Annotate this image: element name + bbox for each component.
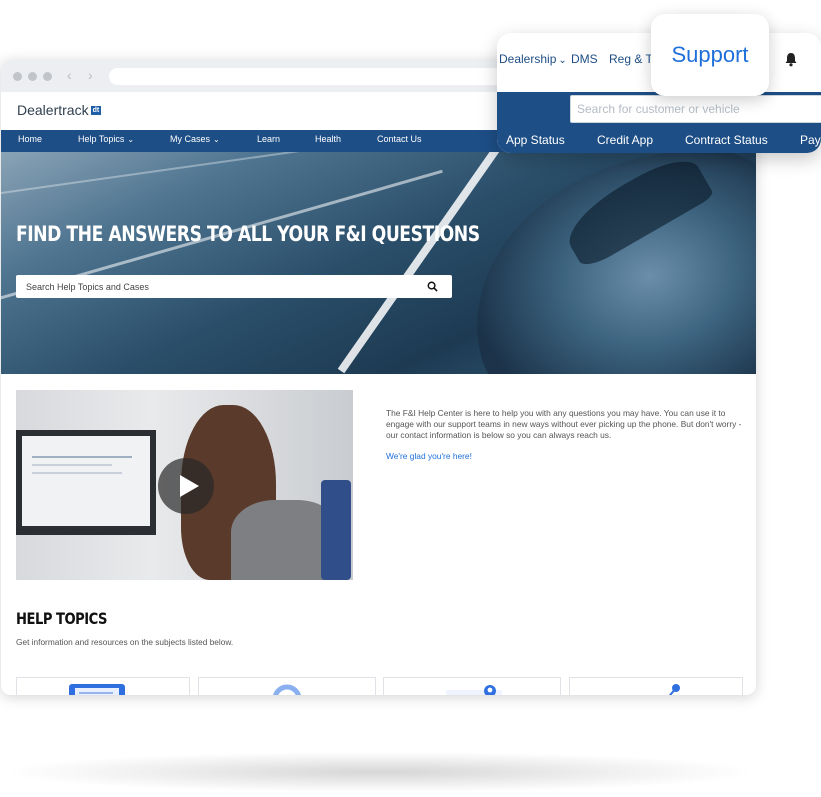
dealertrack-logo[interactable]: Dealertrack dt <box>17 102 102 118</box>
play-icon <box>180 475 199 497</box>
reg-menu[interactable]: Reg & T <box>609 52 653 66</box>
nav-payments[interactable]: Pay <box>800 133 821 147</box>
chevron-down-icon: ⌄ <box>558 55 567 66</box>
address-bar[interactable] <box>109 68 529 85</box>
play-button[interactable] <box>158 458 214 514</box>
nav-credit-app[interactable]: Credit App <box>597 133 653 147</box>
nav-label: My Cases <box>170 134 211 144</box>
nav-label: Learn <box>257 134 281 144</box>
screen-line <box>32 456 132 458</box>
light-streak <box>1 152 497 194</box>
nav-item-contact-us[interactable]: Contact Us <box>377 134 422 144</box>
intro-text: The F&I Help Center is here to help you … <box>386 408 742 440</box>
video-monitor-screen <box>22 436 150 526</box>
hero-search-input[interactable] <box>26 275 406 298</box>
chevron-down-icon: ⌄ <box>213 135 220 144</box>
car-image <box>447 152 756 374</box>
video-chair <box>321 480 351 580</box>
back-arrow-icon[interactable]: ‹ <box>67 67 72 83</box>
help-topic-card[interactable] <box>569 677 743 695</box>
nav-label: Home <box>18 134 43 144</box>
screen-line <box>32 464 112 466</box>
customer-search-box[interactable] <box>570 95 821 123</box>
nav-contract-status[interactable]: Contract Status <box>685 133 768 147</box>
document-icon <box>69 684 125 695</box>
help-topic-card[interactable] <box>16 677 190 695</box>
help-topics-title: HELP TOPICS <box>16 609 108 628</box>
nav-item-health[interactable]: Health <box>315 134 341 144</box>
dms-menu[interactable]: DMS <box>571 52 598 66</box>
help-topic-card[interactable]: ••• <box>383 677 561 695</box>
hero-title: FIND THE ANSWERS TO ALL YOUR F&I QUESTIO… <box>16 222 480 246</box>
nav-app-status[interactable]: App Status <box>506 133 565 147</box>
help-topic-card[interactable] <box>198 677 376 695</box>
help-topics-subtitle: Get information and resources on the sub… <box>16 637 234 647</box>
support-label: Support <box>671 42 749 67</box>
profile-card-icon: ••• <box>446 685 502 695</box>
nav-item-my-cases[interactable]: My Cases ⌄ <box>170 134 220 144</box>
screen-line <box>32 472 122 474</box>
window-dot-close[interactable] <box>13 72 22 81</box>
nav-item-home[interactable]: Home <box>18 134 42 144</box>
nav-item-help-topics[interactable]: Help Topics ⌄ <box>78 134 134 144</box>
network-icon <box>668 684 680 695</box>
dealership-label: Dealership <box>499 52 557 66</box>
customer-search-input[interactable] <box>577 96 807 122</box>
video-monitor <box>16 430 156 535</box>
dealership-menu[interactable]: Dealership ⌄ <box>499 52 567 66</box>
hero-search-box[interactable] <box>16 275 452 298</box>
logo-text: Dealertrack <box>17 102 89 118</box>
hero-banner: FIND THE ANSWERS TO ALL YOUR F&I QUESTIO… <box>1 152 756 374</box>
nav-label: Help Topics <box>78 134 125 144</box>
browser-window: ‹ › Dealertrack dt Home Help Topics ⌄ My C… <box>1 60 756 695</box>
nav-label: Health <box>315 134 342 144</box>
circle-icon <box>273 684 301 695</box>
forward-arrow-icon[interactable]: › <box>88 67 93 83</box>
support-button[interactable]: Support <box>651 14 769 96</box>
nav-item-learn[interactable]: Learn <box>257 134 280 144</box>
search-icon[interactable] <box>427 281 438 292</box>
glad-link[interactable]: We're glad you're here! <box>386 451 472 461</box>
ground-shadow <box>10 752 750 792</box>
chevron-down-icon: ⌄ <box>127 135 135 144</box>
intro-video[interactable] <box>16 390 353 580</box>
bell-icon[interactable] <box>783 51 799 67</box>
nav-label: Contact Us <box>377 134 422 144</box>
logo-badge: dt <box>90 106 102 115</box>
window-dot-minimize[interactable] <box>28 72 37 81</box>
window-dot-maximize[interactable] <box>43 72 52 81</box>
